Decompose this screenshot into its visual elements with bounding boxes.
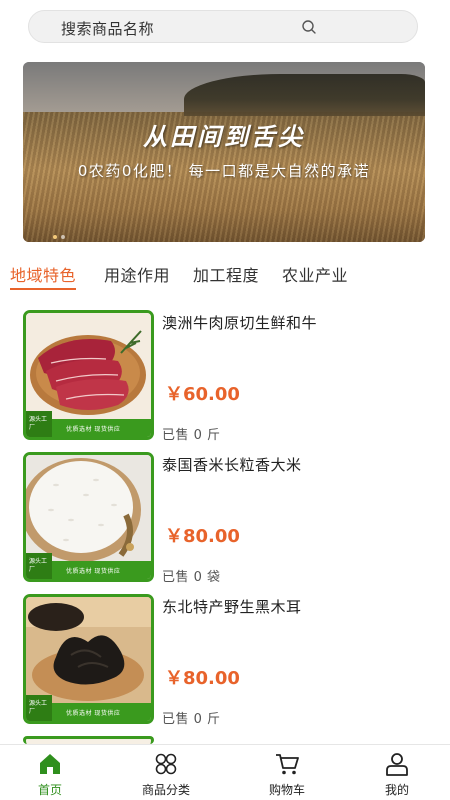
product-price: ￥80.00 <box>165 526 240 547</box>
product-sold-count: 已售 0 斤 <box>162 712 221 727</box>
banner-trees <box>183 74 425 116</box>
product-image[interactable] <box>23 736 154 744</box>
rice-image <box>26 455 151 567</box>
banner-dot[interactable] <box>61 235 65 239</box>
source-factory-badge: 源头工厂 <box>26 553 52 579</box>
beef-image <box>26 313 151 425</box>
bottom-tab-bar: 首页 商品分类 购物车 我的 <box>0 744 450 800</box>
banner-pagination <box>53 224 69 242</box>
product-image[interactable]: 源头工厂 优质选材 现货供应 <box>23 310 154 440</box>
product-sold-count: 已售 0 袋 <box>162 570 221 585</box>
tabbar-label: 首页 <box>37 783 62 797</box>
banner-dot-active[interactable] <box>53 235 57 239</box>
user-icon <box>386 753 408 776</box>
tabbar-label: 购物车 <box>268 783 305 797</box>
search-bar[interactable]: 搜索商品名称 <box>28 10 418 43</box>
product-image[interactable]: 源头工厂 优质选材 现货供应 <box>23 594 154 724</box>
search-icon[interactable] <box>301 19 317 35</box>
tabbar-cart[interactable]: 购物车 <box>242 745 332 800</box>
tab-processing[interactable]: 加工程度 <box>193 262 259 286</box>
banner-title: 从田间到舌尖 <box>143 123 305 151</box>
tabbar-home[interactable]: 首页 <box>5 745 95 800</box>
category-tabs: 地域特色 用途作用 加工程度 农业产业 <box>10 262 440 292</box>
tab-industry[interactable]: 农业产业 <box>282 262 348 286</box>
quality-tag: 优质选材 现货供应 <box>66 426 121 433</box>
product-name[interactable]: 东北特产野生黑木耳 <box>162 596 302 617</box>
tab-active-indicator <box>10 288 76 290</box>
source-factory-badge: 源头工厂 <box>26 695 52 721</box>
tab-regional[interactable]: 地域特色 <box>10 262 76 286</box>
cart-icon <box>276 754 299 775</box>
tabbar-label: 我的 <box>384 783 409 797</box>
tabbar-category[interactable]: 商品分类 <box>121 745 211 800</box>
home-icon <box>40 754 60 774</box>
banner-subtitle: 0农药0化肥！ 每一口都是大自然的承诺 <box>77 162 371 180</box>
product-name[interactable]: 澳洲牛肉原切生鲜和牛 <box>162 312 317 333</box>
tabbar-profile[interactable]: 我的 <box>352 745 442 800</box>
quality-tag: 优质选材 现货供应 <box>66 710 121 717</box>
product-name[interactable]: 泰国香米长粒香大米 <box>162 454 302 475</box>
search-input[interactable]: 搜索商品名称 <box>61 18 154 39</box>
promo-banner[interactable]: 从田间到舌尖 0农药0化肥！ 每一口都是大自然的承诺 <box>23 62 425 242</box>
product-card[interactable]: 源头工厂 优质选材 现货供应 泰国香米长粒香大米 ￥80.00 已售 0 袋 <box>23 452 428 585</box>
tab-usage[interactable]: 用途作用 <box>104 262 170 286</box>
tabbar-label: 商品分类 <box>141 783 190 797</box>
product-price: ￥60.00 <box>165 384 240 405</box>
quality-tag: 优质选材 现货供应 <box>66 568 121 575</box>
category-icon <box>155 753 177 775</box>
black-fungus-image <box>26 597 151 709</box>
source-factory-badge: 源头工厂 <box>26 411 52 437</box>
product-card[interactable]: 源头工厂 优质选材 现货供应 澳洲牛肉原切生鲜和牛 ￥60.00 已售 0 斤 <box>23 310 428 443</box>
product-card[interactable]: 源头工厂 优质选材 现货供应 东北特产野生黑木耳 ￥80.00 已售 0 斤 <box>23 594 428 727</box>
product-sold-count: 已售 0 斤 <box>162 428 221 443</box>
product-image[interactable]: 源头工厂 优质选材 现货供应 <box>23 452 154 582</box>
product-price: ￥80.00 <box>165 668 240 689</box>
product-card[interactable] <box>23 736 428 744</box>
